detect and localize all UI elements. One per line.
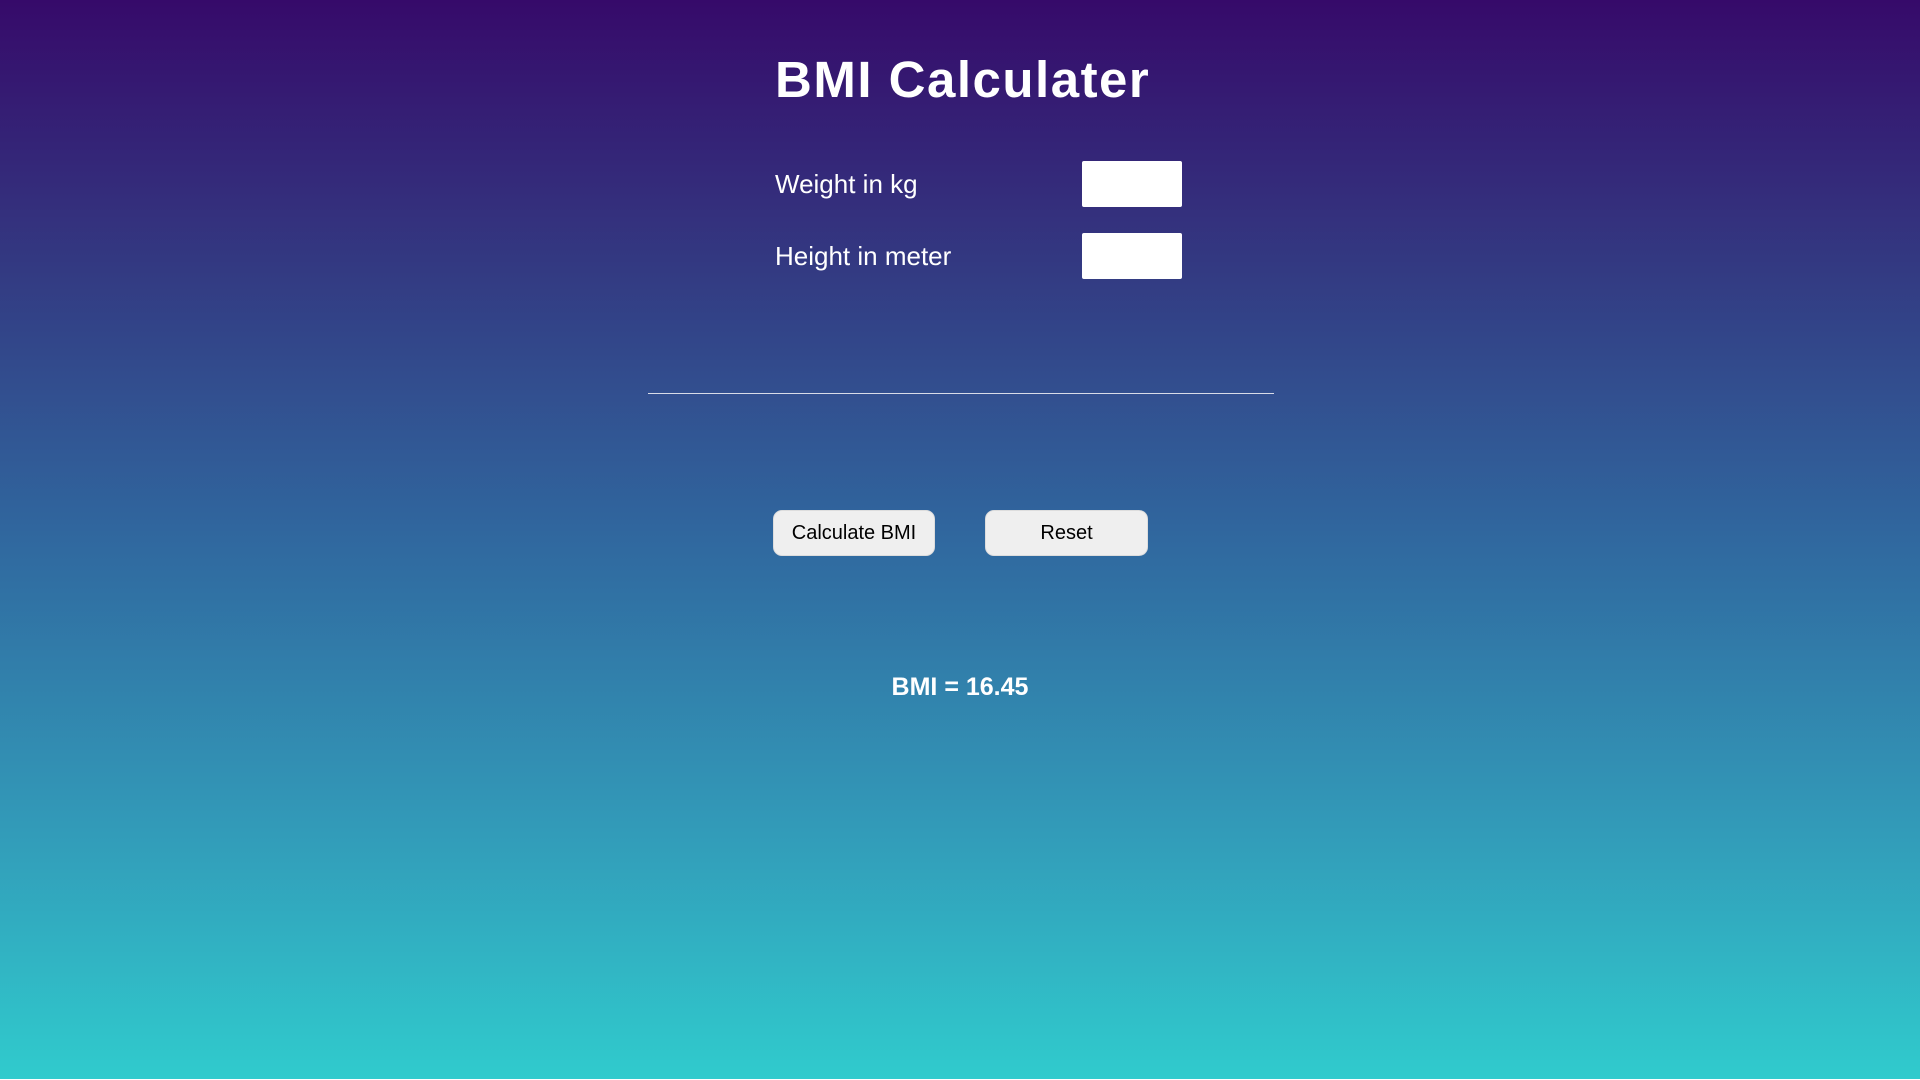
calculate-bmi-button[interactable]: Calculate BMI bbox=[773, 510, 935, 556]
height-input[interactable] bbox=[1082, 233, 1182, 279]
bmi-result: BMI = 16.45 bbox=[891, 673, 1029, 701]
height-label: Height in meter bbox=[775, 241, 952, 271]
page-background bbox=[0, 0, 1920, 1079]
reset-button[interactable]: Reset bbox=[985, 510, 1148, 556]
page-title: BMI Calculater bbox=[775, 51, 1151, 108]
divider bbox=[648, 393, 1274, 394]
weight-input[interactable] bbox=[1082, 161, 1182, 207]
weight-label: Weight in kg bbox=[775, 169, 918, 199]
